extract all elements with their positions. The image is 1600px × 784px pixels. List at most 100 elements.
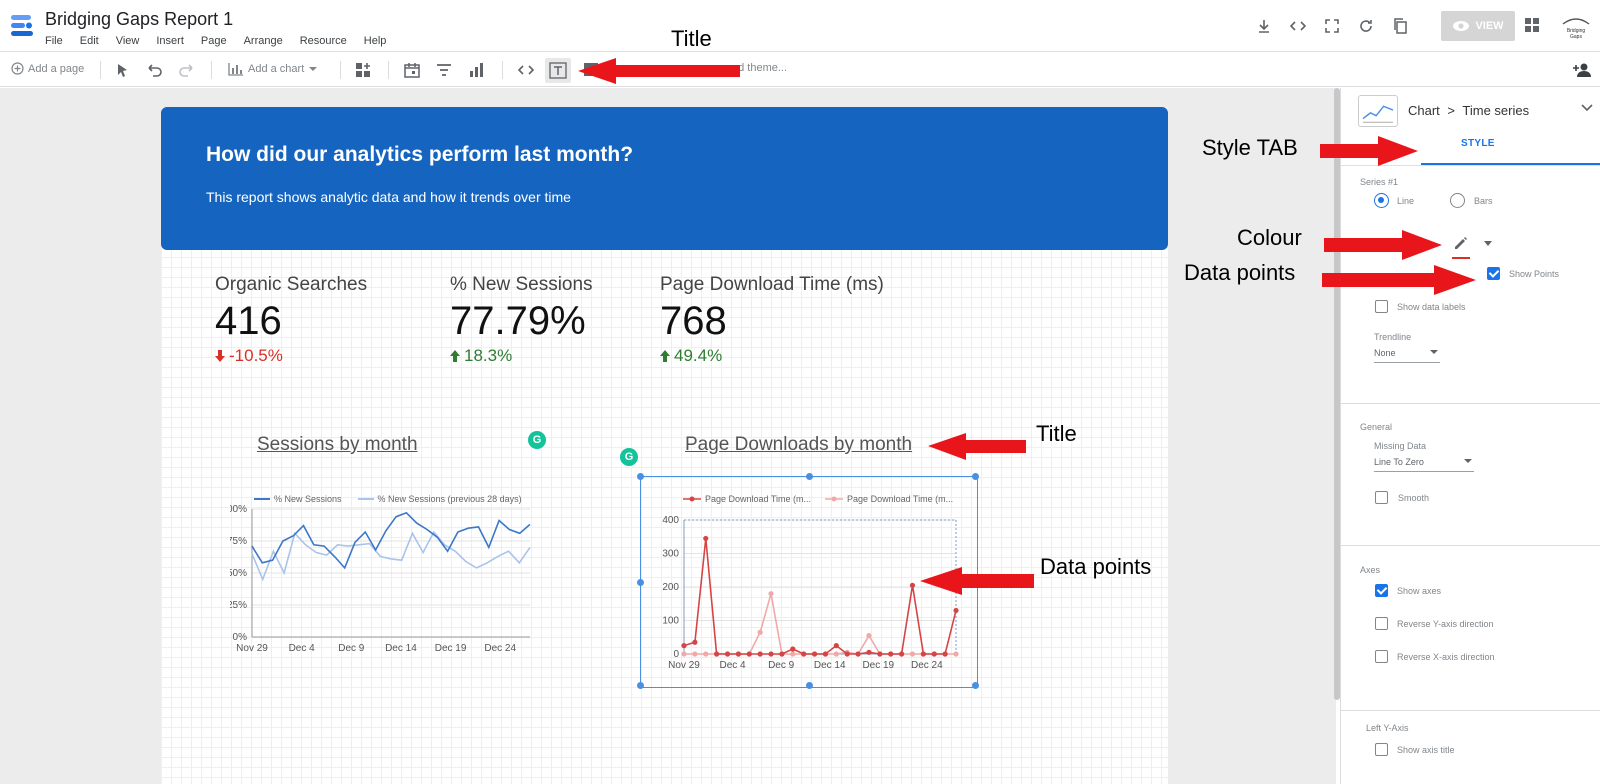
- resize-handle[interactable]: [637, 473, 644, 480]
- resize-handle[interactable]: [806, 682, 813, 689]
- undo-icon[interactable]: [145, 61, 163, 79]
- resize-handle[interactable]: [806, 473, 813, 480]
- reverse-y-checkbox[interactable]: [1375, 617, 1388, 630]
- share-add-person-icon[interactable]: [1572, 61, 1592, 79]
- scorecard-label: Organic Searches: [215, 274, 368, 295]
- url-embed-icon[interactable]: [517, 61, 535, 79]
- x-tick-label: Nov 29: [668, 660, 700, 670]
- show-axes-checkbox[interactable]: [1375, 584, 1388, 597]
- menu-view[interactable]: View: [116, 35, 140, 47]
- x-tick-label: Dec 9: [768, 660, 795, 670]
- sessions-line-chart[interactable]: 100% 75% 50% 25% 0%Nov 29 Dec 4 Dec 9 Dec 14 Dec…: [230, 505, 540, 665]
- redo-icon[interactable]: [178, 61, 196, 79]
- data-point: [692, 651, 698, 657]
- data-point: [746, 651, 752, 657]
- filter-control-icon[interactable]: [435, 61, 453, 79]
- y-tick-label: 300: [662, 549, 679, 560]
- x-tick-label: Dec 4: [289, 643, 316, 654]
- copy-icon[interactable]: [1390, 16, 1410, 36]
- menu-file[interactable]: File: [45, 35, 63, 47]
- resize-handle[interactable]: [972, 473, 979, 480]
- text-box-icon: [549, 62, 567, 79]
- resize-handle[interactable]: [972, 682, 979, 689]
- brand-logo: Bridging Gaps: [1561, 16, 1591, 40]
- caret-down-icon[interactable]: [1484, 241, 1492, 246]
- data-point: [724, 651, 731, 657]
- missing-data-dropdown[interactable]: Line To Zero: [1374, 457, 1474, 472]
- sessions-chart-title[interactable]: Sessions by month: [257, 434, 418, 456]
- community-viz-icon[interactable]: [354, 61, 372, 79]
- fullscreen-icon[interactable]: [1322, 16, 1342, 36]
- data-point: [692, 639, 698, 645]
- add-page-label: Add a page: [28, 62, 85, 75]
- grammarly-icon[interactable]: G: [528, 431, 546, 449]
- reverse-x-checkbox[interactable]: [1375, 650, 1388, 663]
- legend-swatch: [683, 496, 701, 502]
- toolbar-divider: [388, 61, 389, 79]
- embed-code-icon[interactable]: [1288, 16, 1308, 36]
- data-point: [833, 651, 839, 657]
- data-point: [920, 651, 926, 657]
- show-data-labels-checkbox[interactable]: [1375, 300, 1388, 313]
- y-tick-label: 100%: [230, 505, 247, 515]
- menu-help[interactable]: Help: [364, 35, 387, 47]
- y-tick-label: 50%: [230, 568, 247, 579]
- radio-line[interactable]: [1374, 193, 1389, 208]
- downloads-chart-title[interactable]: Page Downloads by month: [685, 434, 912, 456]
- menu-page[interactable]: Page: [201, 35, 227, 47]
- y-tick-label: 100: [662, 616, 679, 627]
- menu-insert[interactable]: Insert: [156, 35, 184, 47]
- left-y-axis-label: Left Y-Axis: [1366, 723, 1409, 733]
- view-button[interactable]: VIEW: [1441, 11, 1515, 41]
- data-control-icon[interactable]: [467, 61, 485, 79]
- smooth-checkbox[interactable]: [1375, 491, 1388, 504]
- show-axis-title-checkbox[interactable]: [1375, 743, 1388, 756]
- text-tool-button[interactable]: [545, 58, 571, 83]
- trendline-dropdown[interactable]: None: [1374, 348, 1440, 363]
- select-pointer-icon[interactable]: [113, 61, 131, 79]
- chevron-down-icon[interactable]: [1581, 104, 1593, 112]
- annotation-title-top: Title: [671, 26, 712, 51]
- chart-type-breadcrumb[interactable]: Chart > Time series: [1408, 103, 1529, 118]
- header-actions: [1254, 16, 1410, 36]
- annotation-arrow: [920, 567, 1034, 595]
- toolbar-divider: [211, 61, 212, 79]
- resize-handle[interactable]: [637, 682, 644, 689]
- series-color-picker[interactable]: [1452, 234, 1470, 259]
- grammarly-icon[interactable]: G: [620, 448, 638, 466]
- eye-icon: [1453, 21, 1470, 31]
- radio-bars[interactable]: [1450, 193, 1465, 208]
- menu-edit[interactable]: Edit: [80, 35, 99, 47]
- caret-down-icon: [1430, 350, 1438, 354]
- apps-grid-icon[interactable]: [1524, 17, 1540, 33]
- data-point: [833, 643, 839, 649]
- resize-handle[interactable]: [637, 579, 644, 586]
- annotation-colour: Colour: [1237, 225, 1302, 250]
- add-chart-button[interactable]: Add a chart: [228, 62, 318, 76]
- tab-style[interactable]: STYLE: [1461, 138, 1495, 149]
- add-page-button[interactable]: Add a page: [11, 62, 84, 75]
- header-banner[interactable]: How did our analytics perform last month…: [161, 107, 1168, 250]
- download-icon[interactable]: [1254, 16, 1274, 36]
- scorecard-download-time[interactable]: Page Download Time (ms) 768 49.4%: [660, 274, 884, 366]
- scorecard-organic-searches[interactable]: Organic Searches 416 -10.5%: [215, 274, 367, 366]
- menu-resource[interactable]: Resource: [300, 35, 347, 47]
- date-range-icon[interactable]: [403, 61, 421, 79]
- legend-label: Page Download Time (m...: [847, 494, 954, 504]
- legend-swatch: [254, 498, 270, 500]
- annotation-style-tab: Style TAB: [1202, 135, 1298, 160]
- refresh-icon[interactable]: [1356, 16, 1376, 36]
- data-point: [681, 643, 687, 649]
- data-studio-logo-icon[interactable]: [9, 12, 35, 38]
- scorecard-new-sessions[interactable]: % New Sessions 77.79% 18.3%: [450, 274, 593, 366]
- annotation-title-chart: Title: [1036, 421, 1077, 446]
- data-point: [801, 651, 807, 657]
- report-title[interactable]: Bridging Gaps Report 1: [45, 9, 233, 30]
- menu-arrange[interactable]: Arrange: [244, 35, 283, 47]
- app-root: Bridging Gaps Report 1 File Edit View In…: [0, 0, 1600, 784]
- time-series-chart-icon[interactable]: [1358, 95, 1398, 127]
- show-points-checkbox[interactable]: [1487, 267, 1500, 280]
- x-tick-label: Dec 4: [720, 660, 747, 670]
- data-point: [953, 651, 959, 657]
- x-tick-label: Dec 9: [338, 643, 365, 654]
